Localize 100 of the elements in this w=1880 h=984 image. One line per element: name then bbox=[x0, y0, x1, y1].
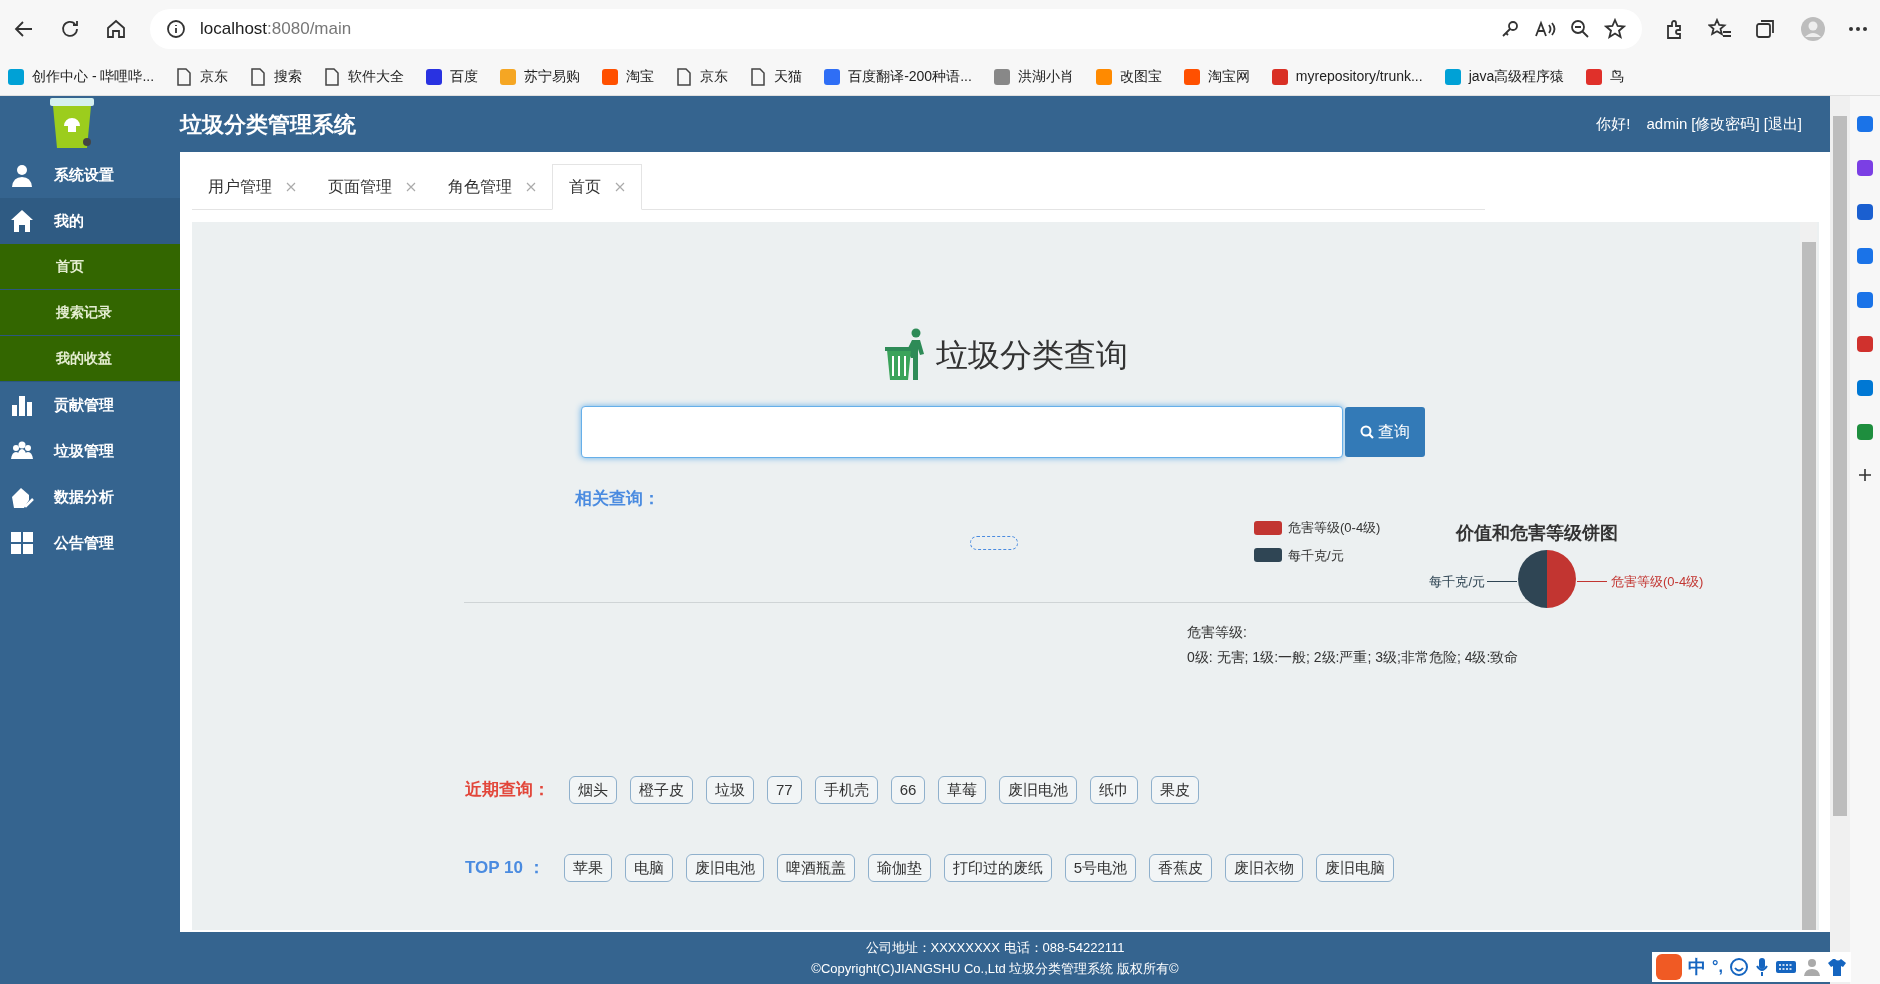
bookmark-item[interactable]: 淘宝 bbox=[602, 66, 655, 87]
footer-text: ©Copyright(C)JIANGSHU Co.,Ltd 垃圾分类管理系统 版权所有© bbox=[811, 962, 1179, 975]
sidebar-menu-item[interactable]: 系统设置 bbox=[0, 152, 180, 198]
tab[interactable]: 用户管理 bbox=[192, 164, 312, 209]
bookmark-item[interactable]: 鸟 bbox=[1586, 66, 1625, 87]
favorites-icon[interactable] bbox=[1708, 18, 1732, 40]
search-title: 垃圾分类查询 bbox=[935, 336, 1128, 375]
tab[interactable]: 页面管理 bbox=[312, 164, 432, 209]
legend-item[interactable]: 危害等级(0-4级) bbox=[1254, 518, 1381, 538]
query-tag[interactable]: 废旧电池 bbox=[685, 854, 764, 882]
query-tag[interactable]: 纸巾 bbox=[1090, 776, 1139, 804]
sidebar-app-icon[interactable] bbox=[1857, 160, 1873, 176]
bookmark-item[interactable]: myrepository/trunk... bbox=[1271, 66, 1423, 87]
header-link[interactable]: [修改密码] bbox=[1691, 112, 1760, 136]
related-query-label: 相关查询： bbox=[575, 488, 660, 510]
home-icon[interactable] bbox=[104, 17, 128, 41]
sidebar-menu-item[interactable]: 垃圾管理 bbox=[0, 428, 180, 474]
key-icon[interactable] bbox=[1500, 19, 1520, 39]
query-tag[interactable]: 废旧衣物 bbox=[1225, 854, 1304, 882]
query-tag[interactable]: 废旧电池 bbox=[999, 776, 1078, 804]
query-tag[interactable]: 烟头 bbox=[569, 776, 617, 804]
legend-item[interactable]: 每千克/元 bbox=[1254, 545, 1381, 565]
read-aloud-icon[interactable] bbox=[1534, 19, 1556, 39]
bookmark-item[interactable]: 百度 bbox=[426, 66, 479, 87]
pie-label: 危害等级(0-4级) bbox=[1611, 573, 1704, 591]
query-tag[interactable]: 果皮 bbox=[1151, 776, 1200, 804]
ime-punctuation[interactable]: °, bbox=[1712, 955, 1723, 979]
sidebar-submenu-item[interactable]: 搜索记录 bbox=[0, 290, 180, 336]
sidebar-menu-item[interactable]: 贡献管理 bbox=[0, 382, 180, 428]
search-field[interactable] bbox=[580, 406, 1343, 458]
query-tag[interactable]: 77 bbox=[767, 776, 802, 804]
bookmark-item[interactable]: 百度翻译-200种语... bbox=[824, 66, 972, 87]
query-tag[interactable]: 打印过的废纸 bbox=[943, 854, 1052, 882]
scrollbar[interactable] bbox=[1830, 96, 1850, 984]
sidebar-app-icon[interactable] bbox=[1857, 424, 1873, 440]
hazard-note-text: 危害等级: bbox=[1187, 623, 1248, 642]
query-tag[interactable]: 香蕉皮 bbox=[1149, 854, 1213, 882]
sidebar-app-icon[interactable] bbox=[1857, 336, 1873, 352]
bookmark-item[interactable]: 淘宝网 bbox=[1183, 66, 1250, 87]
scrollbar[interactable] bbox=[1800, 222, 1817, 930]
sidebar-menu-item[interactable]: 公告管理 bbox=[0, 520, 180, 566]
zoom-out-icon[interactable] bbox=[1570, 19, 1590, 39]
query-tag[interactable]: 草莓 bbox=[938, 776, 987, 804]
bookmark-item[interactable]: 苏宁易购 bbox=[500, 66, 581, 87]
pie-slice[interactable] bbox=[1518, 550, 1547, 608]
bookmark-item[interactable]: 洪湖小肖 bbox=[993, 66, 1074, 87]
sidebar-app-icon[interactable] bbox=[1857, 204, 1873, 220]
url-text: localhost:8080/main bbox=[200, 18, 353, 41]
bookmark-item[interactable]: 软件大全 bbox=[324, 66, 405, 87]
sidebar-menu-item[interactable]: 我的 bbox=[0, 198, 180, 244]
query-tag[interactable]: 瑜伽垫 bbox=[867, 854, 931, 882]
page-icon bbox=[176, 67, 193, 86]
search-button[interactable]: 查询 bbox=[1344, 407, 1425, 457]
query-tag[interactable]: 垃圾 bbox=[706, 776, 754, 804]
recent-query-label: 近期查询： bbox=[465, 779, 550, 802]
bookmark-item[interactable]: 京东 bbox=[676, 66, 729, 87]
add-icon[interactable] bbox=[1858, 468, 1872, 482]
smiley-icon[interactable] bbox=[1728, 957, 1749, 977]
query-tag[interactable]: 66 bbox=[890, 776, 926, 804]
sidebar-app-icon[interactable] bbox=[1857, 380, 1873, 396]
bookmark-item[interactable]: 天猫 bbox=[750, 66, 803, 87]
sidebar-app-icon[interactable] bbox=[1857, 248, 1873, 264]
tab[interactable]: 首页 bbox=[552, 164, 642, 210]
ime-mode[interactable]: 中 bbox=[1688, 953, 1706, 981]
bookmark-item[interactable]: 搜索 bbox=[250, 66, 303, 87]
page-icon bbox=[324, 67, 341, 86]
bookmark-item[interactable]: 改图宝 bbox=[1095, 66, 1162, 87]
query-tag[interactable]: 啤酒瓶盖 bbox=[776, 854, 855, 882]
leader-line bbox=[1577, 581, 1607, 583]
more-icon[interactable] bbox=[1848, 26, 1868, 32]
hazard-note-text: 0级: 无害; 1级:一般; 2级:严重; 3级;非常危险; 4级:致命 bbox=[1187, 648, 1519, 667]
ime-logo-icon[interactable] bbox=[1656, 954, 1682, 980]
tab[interactable]: 角色管理 bbox=[432, 164, 552, 209]
home-icon bbox=[10, 209, 34, 233]
bookmark-item[interactable]: java高级程序猿 bbox=[1444, 66, 1565, 87]
top10-label: TOP 10 ： bbox=[465, 857, 545, 880]
query-tag[interactable]: 苹果 bbox=[563, 854, 612, 882]
query-tag[interactable]: 废旧电脑 bbox=[1316, 854, 1395, 882]
sidebar-submenu-item[interactable]: 首页 bbox=[0, 244, 180, 290]
sidebar-app-icon[interactable] bbox=[1857, 116, 1873, 132]
query-tag[interactable]: 手机壳 bbox=[814, 776, 878, 804]
address-bar[interactable]: localhost:8080/main bbox=[150, 9, 1642, 49]
query-tag[interactable]: 橙子皮 bbox=[630, 776, 693, 804]
keyboard-icon[interactable] bbox=[1774, 959, 1797, 975]
microphone-icon[interactable] bbox=[1754, 957, 1769, 977]
chart-title: 价值和危害等级饼图 bbox=[1456, 522, 1618, 545]
query-tag[interactable]: 5号电池 bbox=[1064, 854, 1137, 882]
page-icon bbox=[676, 67, 693, 86]
info-icon bbox=[166, 19, 186, 39]
add-favorite-icon[interactable] bbox=[1604, 18, 1626, 40]
pie-slice[interactable] bbox=[1547, 550, 1576, 608]
bookmark-item[interactable]: 创作中心 - 哔哩哔... bbox=[8, 66, 155, 87]
sidebar-app-icon[interactable] bbox=[1857, 292, 1873, 308]
shirt-icon[interactable] bbox=[1826, 957, 1847, 977]
bookmark-item[interactable]: 京东 bbox=[176, 66, 229, 87]
query-tag[interactable]: 电脑 bbox=[624, 854, 673, 882]
bar-chart-icon bbox=[10, 393, 34, 417]
header-link[interactable]: [退出] bbox=[1763, 112, 1802, 136]
sidebar-menu-item[interactable]: 数据分析 bbox=[0, 474, 180, 520]
sidebar-submenu-item[interactable]: 我的收益 bbox=[0, 336, 180, 382]
